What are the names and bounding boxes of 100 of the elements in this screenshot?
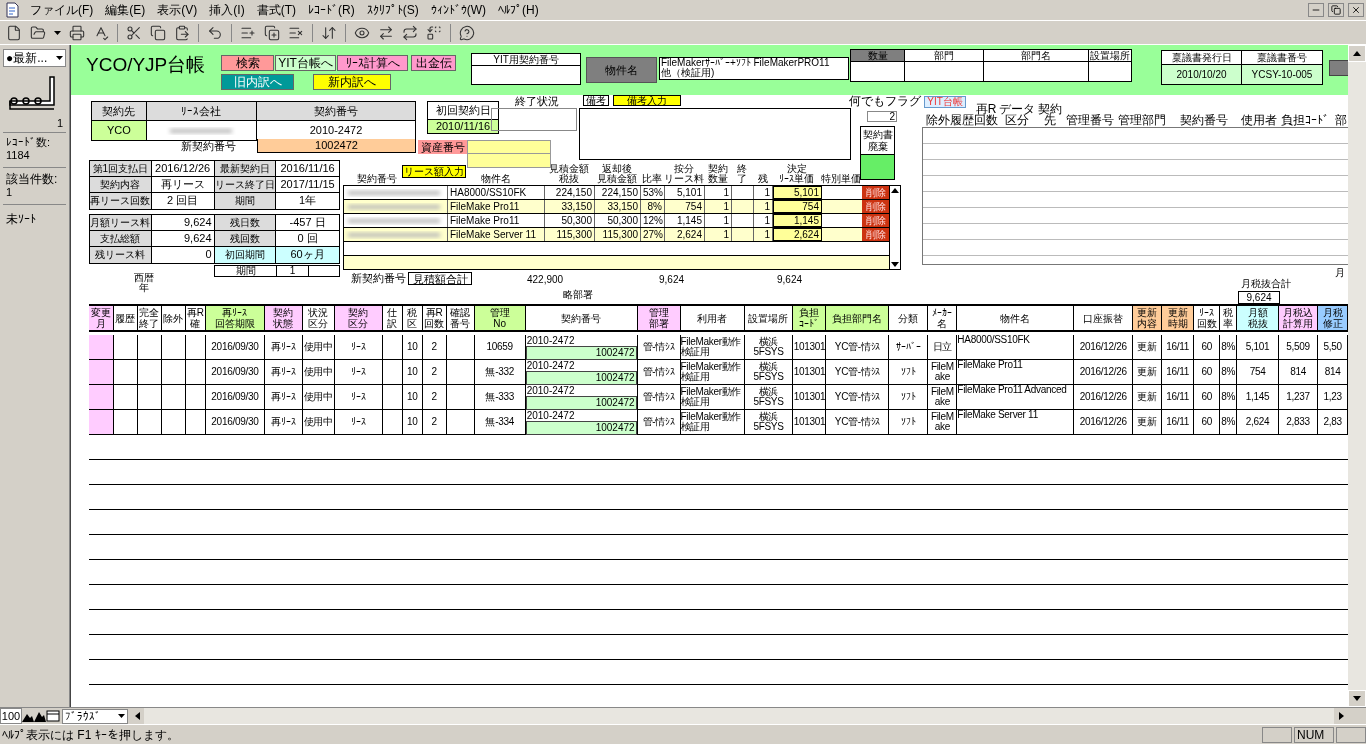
menu-item[interactable]: ｳｨﾝﾄﾞｳ(W)	[424, 1, 492, 19]
undo-icon[interactable]	[207, 24, 223, 41]
printer-icon[interactable]	[69, 24, 85, 41]
column-header: 決定	[786, 164, 807, 174]
portal-scrollbar[interactable]	[889, 186, 900, 269]
field-label: 残日数	[214, 215, 277, 230]
folder-icon[interactable]	[30, 24, 46, 41]
paste-icon[interactable]	[174, 24, 190, 41]
layout-button[interactable]: 出金伝	[411, 55, 456, 71]
input-field[interactable]: 2	[867, 111, 897, 122]
table-cell-text: 横浜 5FSYS	[752, 412, 785, 432]
table-cell: 5,50	[1323, 342, 1342, 352]
layout-button[interactable]: ﾘｰｽ計算へ	[337, 55, 408, 71]
table-cell: 再ﾘｰｽ	[271, 342, 296, 352]
column-header: 履歴	[115, 312, 136, 324]
minimize-button[interactable]	[1308, 3, 1324, 17]
layout-icon[interactable]	[46, 710, 60, 722]
layout-button[interactable]: 検索	[221, 55, 274, 71]
menu-item[interactable]: ﾍﾙﾌﾟ(H)	[492, 1, 545, 19]
new-file-icon[interactable]	[6, 24, 22, 41]
zoom-level[interactable]: 100	[0, 708, 22, 724]
record-count-label: ﾚｺｰﾄﾞ数:	[5, 136, 52, 149]
input-field[interactable]	[851, 62, 904, 81]
vertical-scrollbar[interactable]	[1348, 45, 1366, 707]
column-header: 物件名	[1000, 312, 1031, 324]
table-cell-text: FileMaker動作検証用	[680, 412, 743, 432]
menu-item[interactable]: ｽｸﾘﾌﾟﾄ(S)	[360, 1, 425, 19]
table-cell: FileMake Server 11	[957, 410, 1038, 420]
table-cell-text: 横浜 5FSYS	[752, 362, 785, 382]
table-cell: ﾘｰｽ	[351, 342, 366, 352]
repeat-icon[interactable]	[402, 24, 418, 41]
copy-plus-icon[interactable]	[264, 24, 280, 41]
input-field[interactable]: 1002472	[257, 139, 416, 153]
input-field[interactable]: 2,624	[773, 228, 822, 241]
arrow-icon	[1353, 696, 1361, 701]
column-header: 率	[1223, 318, 1234, 329]
input-field[interactable]: 5,101	[773, 186, 822, 199]
input-field[interactable]	[905, 62, 983, 81]
input-field[interactable]: 754	[773, 200, 822, 213]
field-label: リース終了日	[214, 177, 277, 192]
table-cell: YCO	[92, 121, 147, 140]
table-cell: 1,145	[665, 214, 705, 227]
input-field[interactable]	[467, 140, 551, 154]
table-cell: 2010/10/20	[1162, 65, 1241, 84]
help-icon[interactable]	[459, 24, 475, 41]
column-header: 部門	[905, 50, 983, 62]
delete-button[interactable]: 削除	[862, 200, 889, 213]
app-icon[interactable]	[4, 2, 20, 18]
mode-dropdown[interactable]: ﾌﾞﾗｳｽﾞ	[62, 708, 128, 724]
field-label: 残リース料	[90, 247, 152, 263]
horizontal-scrollbar[interactable]	[130, 708, 1348, 724]
table-cell: 50,300	[545, 214, 595, 227]
column-header: 契約	[1038, 104, 1062, 115]
note-button[interactable]: 備考	[583, 95, 609, 106]
column-header: リース料	[664, 174, 704, 184]
spellcheck-icon[interactable]	[93, 24, 109, 41]
restore-button[interactable]	[1328, 3, 1344, 17]
input-field[interactable]	[1089, 62, 1131, 81]
input-field[interactable]: 1,145	[773, 214, 822, 227]
menu-item[interactable]: ファイル(F)	[24, 1, 100, 19]
layout-dropdown[interactable]: ●最新...	[3, 49, 66, 67]
yit-ledger-button[interactable]: YIT台帳	[924, 96, 966, 108]
estimate-total-button[interactable]: 見積額合計	[408, 272, 472, 285]
menu-item[interactable]: 表示(V)	[151, 1, 204, 19]
table-cell: YC管-情ｼｽ	[834, 417, 880, 427]
note-input-button[interactable]: 備考入力	[613, 95, 681, 106]
column-header: 名	[937, 318, 948, 329]
input-field[interactable]	[984, 62, 1088, 81]
menu-item[interactable]: 挿入(I)	[203, 1, 251, 19]
caret-icon	[56, 56, 63, 60]
mountain-icon[interactable]	[34, 710, 46, 722]
field-value: FileMakerｻｰﾊﾞｰ+ｿﾌﾄ FileMakerPRO11	[661, 58, 831, 68]
sort-icon[interactable]	[321, 24, 337, 41]
lease-input-button[interactable]: リース額入力	[402, 165, 466, 178]
layout-button[interactable]: 新内訳へ	[313, 74, 391, 90]
table-cell: 更新	[1137, 417, 1157, 427]
table-cell: 10	[407, 342, 418, 352]
input-field[interactable]	[491, 108, 577, 131]
input-field[interactable]	[467, 154, 551, 168]
total-value: 9,624	[1238, 291, 1280, 304]
menu-item[interactable]: 書式(T)	[250, 1, 302, 19]
copy-icon[interactable]	[150, 24, 166, 41]
delete-button[interactable]: 削除	[862, 228, 889, 241]
close-button[interactable]	[1348, 3, 1364, 17]
delete-button[interactable]: 削除	[862, 214, 889, 227]
menu-item[interactable]: ﾚｺｰﾄﾞ(R)	[302, 1, 361, 19]
table-cell: 使用中	[303, 342, 333, 352]
discard-button[interactable]: 契約書廃棄	[860, 126, 895, 155]
input-field[interactable]: 2010/11/16	[427, 120, 499, 134]
arrows-icon[interactable]	[378, 24, 394, 41]
replace-icon[interactable]	[426, 24, 442, 41]
note-field[interactable]	[579, 108, 851, 160]
item-field[interactable]: FileMakerｻｰﾊﾞｰ+ｿﾌﾄ FileMakerPRO11 他（検証用)	[659, 57, 849, 80]
layout-button[interactable]: YIT台帳へ	[275, 55, 336, 71]
field-label: 何でもフラグ	[849, 95, 921, 108]
column-header: 見積金額	[597, 174, 637, 184]
column-header: 返却後	[602, 164, 632, 174]
delete-button[interactable]: 削除	[862, 186, 889, 199]
scissors-icon[interactable]	[126, 24, 142, 41]
menu-item[interactable]: 編集(E)	[99, 1, 152, 19]
